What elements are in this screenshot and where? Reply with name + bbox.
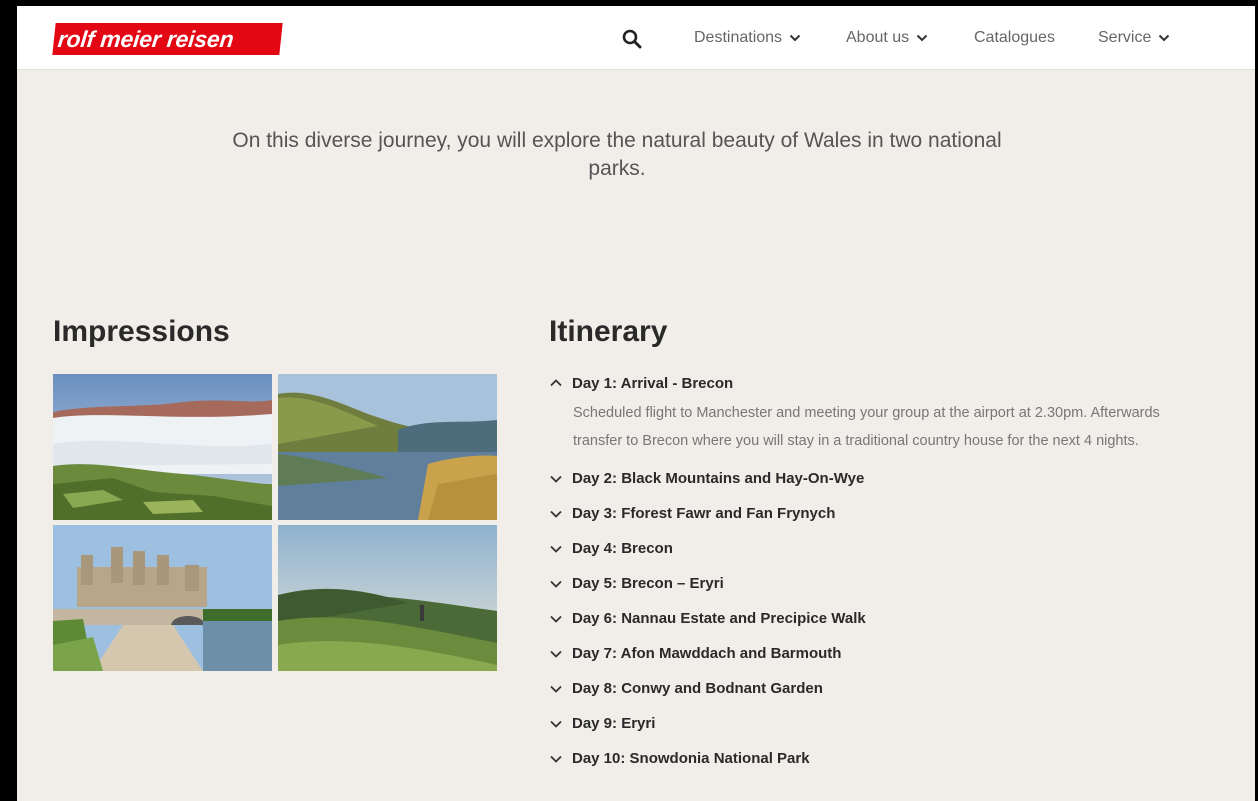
itinerary-day-title: Day 1: Arrival - Brecon: [572, 374, 734, 392]
chevron-down-icon: [550, 510, 562, 518]
gallery-image-2[interactable]: [278, 374, 497, 520]
itinerary-day-10[interactable]: Day 10: Snowdonia National Park: [549, 741, 1199, 776]
nav-service[interactable]: Service: [1098, 28, 1170, 48]
chevron-down-icon: [789, 34, 801, 42]
itinerary-day-description: Scheduled flight to Manchester and meeti…: [573, 405, 1160, 449]
page: rolf meier reisen Destinations About us …: [17, 6, 1255, 801]
brand-logo[interactable]: rolf meier reisen: [52, 23, 283, 55]
chevron-down-icon: [916, 34, 928, 42]
itinerary-day-4[interactable]: Day 4: Brecon: [549, 531, 1199, 566]
itinerary-list: Day 1: Arrival - Brecon Scheduled flight…: [549, 372, 1199, 776]
itinerary-day-title: Day 6: Nannau Estate and Precipice Walk: [572, 610, 866, 627]
chevron-down-icon: [550, 545, 562, 553]
chevron-down-icon: [550, 685, 562, 693]
chevron-down-icon: [550, 720, 562, 728]
itinerary-day-2[interactable]: Day 2: Black Mountains and Hay-On-Wye: [549, 461, 1199, 496]
lake-reflection-photo: [278, 374, 497, 520]
search-icon: [622, 29, 642, 49]
chevron-down-icon: [550, 475, 562, 483]
hiker-hillside-photo: [278, 525, 497, 671]
itinerary-day-8[interactable]: Day 8: Conwy and Bodnant Garden: [549, 671, 1199, 706]
itinerary-day-title: Day 3: Fforest Fawr and Fan Frynych: [572, 505, 836, 522]
gallery-image-1[interactable]: [53, 374, 272, 520]
intro-text: On this diverse journey, you will explor…: [232, 129, 1002, 180]
chevron-down-icon: [1159, 34, 1170, 42]
impressions-heading: Impressions: [53, 315, 230, 348]
nav-destinations[interactable]: Destinations: [694, 28, 801, 48]
itinerary-day-5[interactable]: Day 5: Brecon – Eryri: [549, 566, 1199, 601]
valley-fog-photo: [53, 374, 272, 520]
nav-service-label: Service: [1098, 29, 1152, 46]
itinerary-day-title: Day 9: Eryri: [572, 715, 656, 732]
nav-catalogues-label: Catalogues: [974, 29, 1055, 46]
itinerary-day-3[interactable]: Day 3: Fforest Fawr and Fan Frynych: [549, 496, 1199, 531]
itinerary-day-title: Day 10: Snowdonia National Park: [572, 750, 810, 767]
itinerary-day-1[interactable]: Day 1: Arrival - Brecon: [549, 372, 1199, 394]
nav-destinations-label: Destinations: [694, 29, 783, 46]
site-header: rolf meier reisen Destinations About us …: [17, 6, 1255, 70]
itinerary-day-7[interactable]: Day 7: Afon Mawddach and Barmouth: [549, 636, 1199, 671]
chevron-down-icon: [550, 650, 562, 658]
nav-catalogues[interactable]: Catalogues: [974, 28, 1055, 48]
chevron-down-icon: [550, 580, 562, 588]
chevron-up-icon: [550, 379, 562, 387]
itinerary-day-title: Day 5: Brecon – Eryri: [572, 575, 724, 592]
itinerary-heading: Itinerary: [549, 315, 668, 348]
itinerary-day-title: Day 4: Brecon: [572, 540, 673, 557]
castle-bridge-photo: [53, 525, 272, 671]
itinerary-day-title: Day 2: Black Mountains and Hay-On-Wye: [572, 470, 865, 487]
chevron-down-icon: [550, 615, 562, 623]
itinerary-day-9[interactable]: Day 9: Eryri: [549, 706, 1199, 741]
itinerary-day-6[interactable]: Day 6: Nannau Estate and Precipice Walk: [549, 601, 1199, 636]
itinerary-day-title: Day 8: Conwy and Bodnant Garden: [572, 680, 823, 697]
impressions-gallery: [53, 374, 497, 671]
chevron-down-icon: [550, 755, 562, 763]
gallery-image-3[interactable]: [53, 525, 272, 671]
nav-about-us-label: About us: [846, 29, 910, 46]
nav-about-us[interactable]: About us: [846, 28, 928, 48]
search-button[interactable]: [621, 28, 643, 50]
gallery-image-4[interactable]: [278, 525, 497, 671]
itinerary-day-title: Day 7: Afon Mawddach and Barmouth: [572, 645, 842, 662]
